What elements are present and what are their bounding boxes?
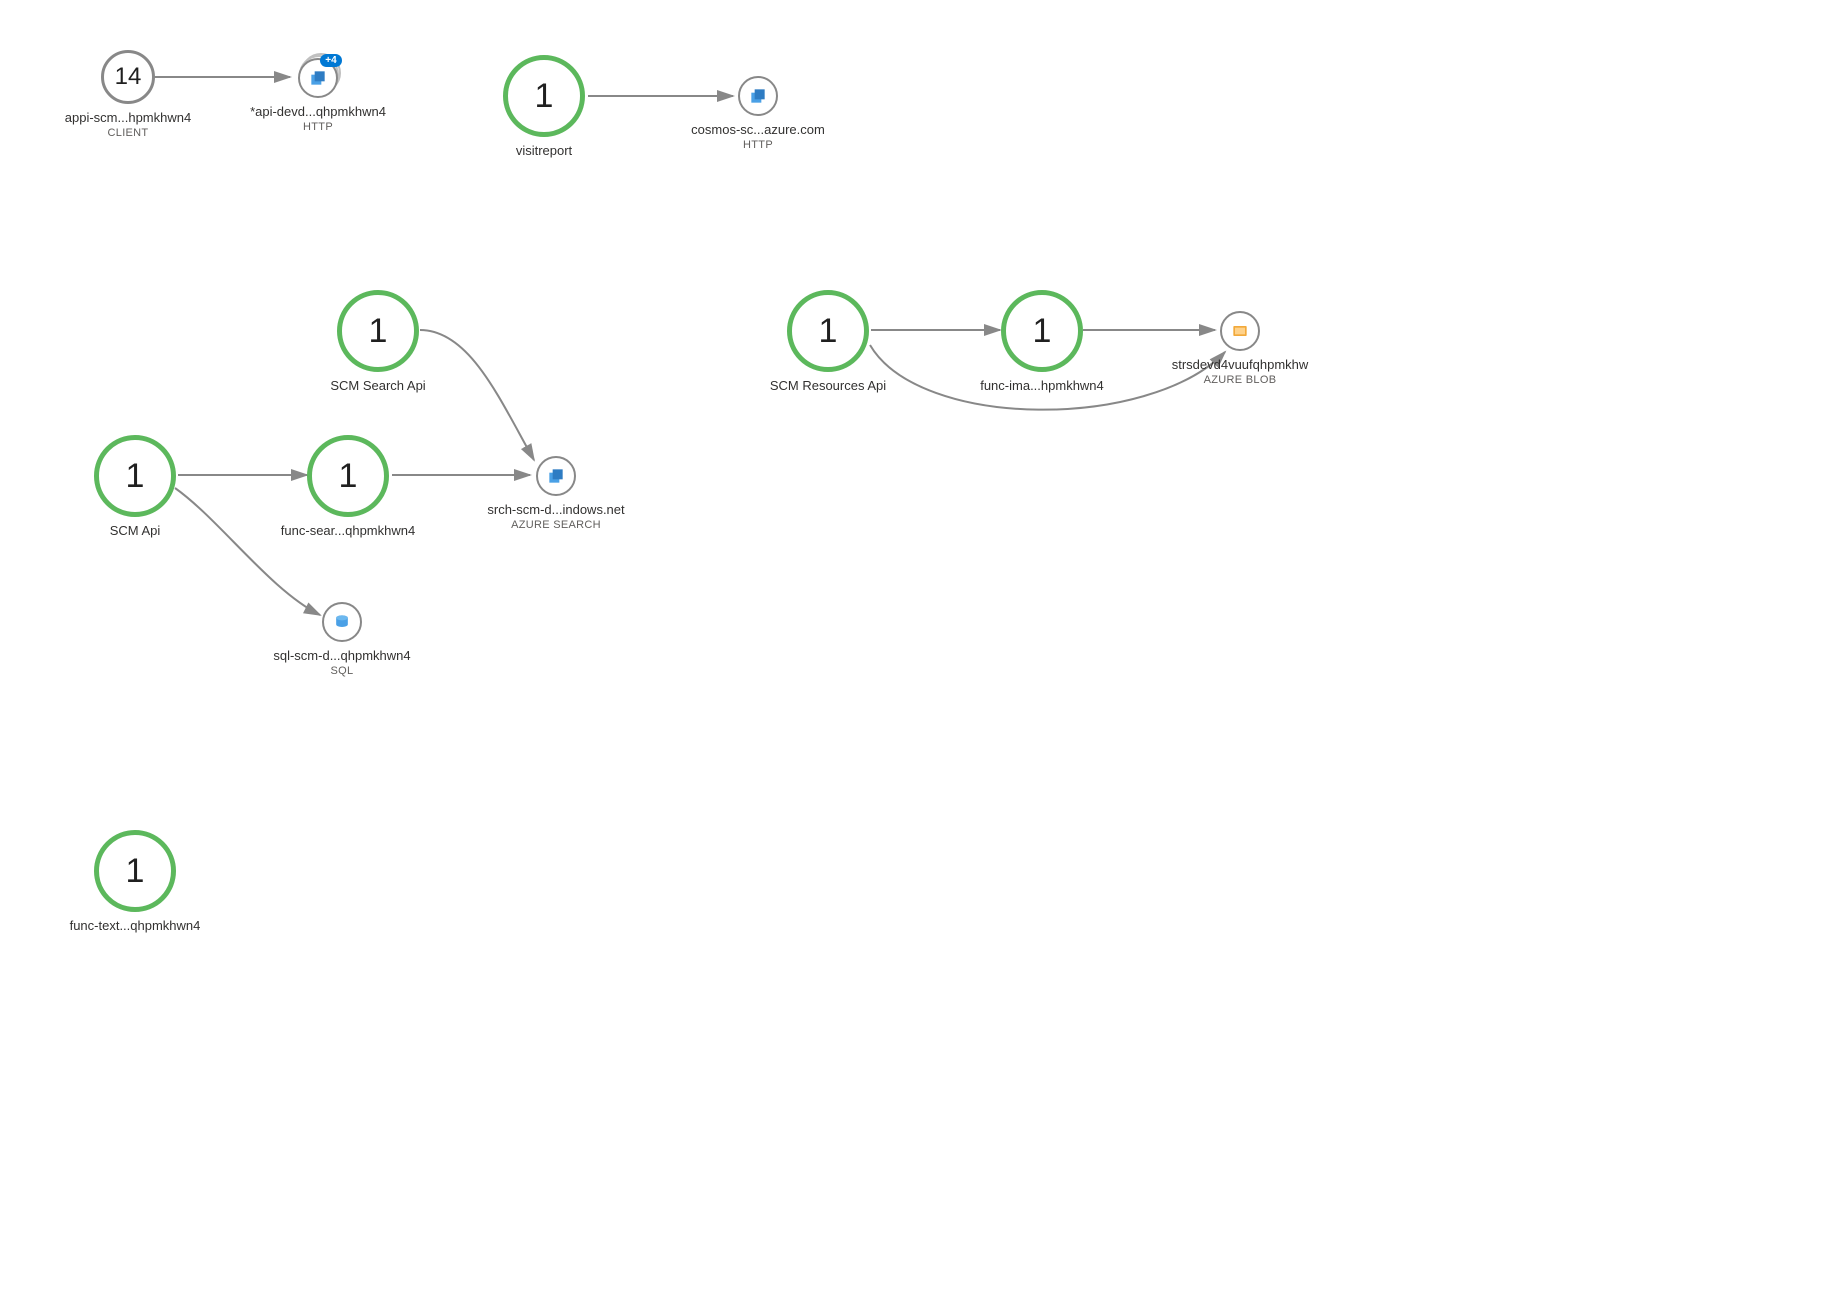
functext-label: func-text...qhpmkhwn4 <box>70 918 201 933</box>
funcima-label: func-ima...hpmkhwn4 <box>980 378 1104 393</box>
visitreport-label: visitreport <box>516 143 572 158</box>
node-cosmos[interactable]: cosmos-sc...azure.com HTTP <box>658 76 858 151</box>
resapi-value: 1 <box>819 312 838 351</box>
sql-label: sql-scm-d...qhpmkhwn4 <box>273 648 410 663</box>
sql-circle <box>322 602 362 642</box>
blob-icon <box>1230 321 1250 341</box>
client-value: 14 <box>115 63 142 91</box>
node-resapi[interactable]: 1 SCM Resources Api <box>728 290 928 393</box>
searchapi-value: 1 <box>369 312 388 351</box>
srch-circle <box>536 456 576 496</box>
resapi-label: SCM Resources Api <box>770 378 886 393</box>
blob-circle <box>1220 311 1260 351</box>
searchapi-circle: 1 <box>337 290 419 372</box>
http-icon <box>748 86 768 106</box>
apidev-badge: +4 <box>320 54 342 67</box>
client-sublabel: CLIENT <box>108 127 149 139</box>
cosmos-circle <box>738 76 778 116</box>
node-client[interactable]: 14 appi-scm...hpmkhwn4 CLIENT <box>28 50 228 139</box>
sql-sublabel: SQL <box>331 665 354 677</box>
node-apidev[interactable]: +4 *api-devd...qhpmkhwn4 HTTP <box>218 58 418 133</box>
node-funcsear[interactable]: 1 func-sear...qhpmkhwn4 <box>248 435 448 538</box>
search-icon <box>546 466 566 486</box>
client-circle: 14 <box>101 50 155 104</box>
functext-value: 1 <box>126 852 145 891</box>
resapi-circle: 1 <box>787 290 869 372</box>
node-blob[interactable]: strsdevd4vuufqhpmkhw AZURE BLOB <box>1140 311 1340 386</box>
srch-sublabel: AZURE SEARCH <box>511 519 601 531</box>
cosmos-sublabel: HTTP <box>743 139 773 151</box>
scmapi-label: SCM Api <box>110 523 161 538</box>
srch-label: srch-scm-d...indows.net <box>487 502 624 517</box>
node-searchapi[interactable]: 1 SCM Search Api <box>278 290 478 393</box>
funcsear-circle: 1 <box>307 435 389 517</box>
apidev-label: *api-devd...qhpmkhwn4 <box>250 104 386 119</box>
node-funcima[interactable]: 1 func-ima...hpmkhwn4 <box>942 290 1142 393</box>
scmapi-circle: 1 <box>94 435 176 517</box>
blob-label: strsdevd4vuufqhpmkhw <box>1172 357 1309 372</box>
visitreport-value: 1 <box>535 77 554 116</box>
blob-sublabel: AZURE BLOB <box>1204 374 1277 386</box>
http-icon <box>308 68 328 88</box>
cosmos-label: cosmos-sc...azure.com <box>691 122 825 137</box>
functext-circle: 1 <box>94 830 176 912</box>
apidev-stack: +4 <box>298 58 338 98</box>
client-label: appi-scm...hpmkhwn4 <box>65 110 191 125</box>
apidev-sublabel: HTTP <box>303 121 333 133</box>
funcima-circle: 1 <box>1001 290 1083 372</box>
funcsear-value: 1 <box>339 457 358 496</box>
funcsear-label: func-sear...qhpmkhwn4 <box>281 523 415 538</box>
node-visitreport[interactable]: 1 visitreport <box>444 55 644 158</box>
scmapi-value: 1 <box>126 457 145 496</box>
apidev-circle: +4 <box>298 58 338 98</box>
node-sql[interactable]: sql-scm-d...qhpmkhwn4 SQL <box>242 602 442 677</box>
node-scmapi[interactable]: 1 SCM Api <box>35 435 235 538</box>
funcima-value: 1 <box>1033 312 1052 351</box>
visitreport-circle: 1 <box>503 55 585 137</box>
sql-icon <box>332 612 352 632</box>
searchapi-label: SCM Search Api <box>330 378 425 393</box>
node-functext[interactable]: 1 func-text...qhpmkhwn4 <box>35 830 235 933</box>
node-srch[interactable]: srch-scm-d...indows.net AZURE SEARCH <box>456 456 656 531</box>
